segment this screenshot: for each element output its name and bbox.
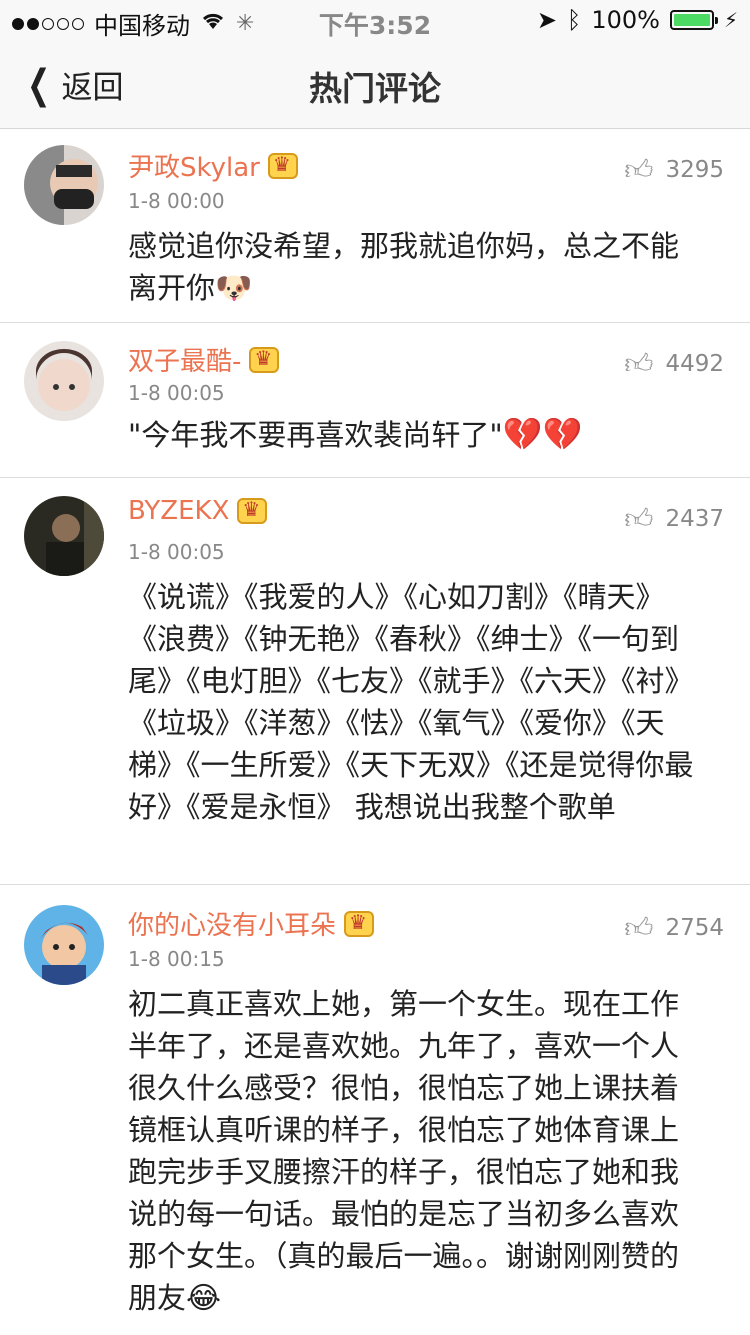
page-title: 热门评论 [309, 69, 441, 108]
comment-list: 尹政Skylar 👍︎ 3295 1-8 00:00 感觉追你没希望，那我就追你… [0, 129, 750, 1335]
like-count: 4492 [665, 351, 724, 377]
comment-item: 你的心没有小耳朵 👍︎ 2754 1-8 00:15 初二真正喜欢上她，第一个女… [0, 885, 750, 1335]
comment-text: 《说谎》《我爱的人》《心如刀割》《晴天》《浪费》《钟无艳》《春秋》《绅士》《一句… [128, 576, 704, 828]
battery-icon [669, 10, 718, 30]
location-arrow-icon: ➤ [536, 6, 557, 34]
like-button[interactable]: 👍︎ 3295 [624, 153, 724, 187]
comment-text: 感觉追你没希望，那我就追你妈，总之不能离开你🐶 [128, 225, 704, 310]
vip-crown-icon [344, 910, 375, 937]
vip-crown-icon [267, 152, 298, 179]
like-button[interactable]: 👍︎ 2754 [624, 911, 724, 945]
like-button[interactable]: 👍︎ 4492 [624, 347, 724, 381]
username-link[interactable]: 你的心没有小耳朵 [128, 905, 375, 942]
thumbs-up-icon: 👍︎ [624, 347, 654, 380]
username-link[interactable]: 尹政Skylar [128, 147, 298, 184]
thumbs-up-icon: 👍︎ [624, 153, 654, 186]
comment-body: 《说谎》《我爱的人》《心如刀割》《晴天》《浪费》《钟无艳》《春秋》《绅士》《一句… [128, 580, 694, 824]
bluetooth-icon: ᛒ [566, 6, 582, 34]
comment-item: BYZEKX 👍︎ 2437 1-8 00:05 《说谎》《我爱的人》《心如刀割… [0, 478, 750, 885]
comment-body: 初二真正喜欢上她，第一个女生。现在工作半年了，还是喜欢她。九年了，喜欢一个人很久… [128, 987, 680, 1315]
comment-item: 双子最酷- 👍︎ 4492 1-8 00:05 "今年我不要再喜欢裴尚轩了"💔💔 [0, 323, 750, 478]
navigation-bar: ❮ 返回 热门评论 [0, 40, 750, 129]
thumbs-up-icon: 👍︎ [624, 911, 654, 944]
comment-body: "今年我不要再喜欢裴尚轩了" [128, 418, 503, 452]
comment-body: 感觉追你没希望，那我就追你妈，总之不能离开你 [128, 229, 680, 305]
like-count: 2437 [665, 506, 724, 532]
username: 双子最酷- [128, 347, 242, 377]
username-link[interactable]: 双子最酷- [128, 341, 280, 378]
username: 尹政Skylar [128, 153, 260, 183]
comment-text: "今年我不要再喜欢裴尚轩了"💔💔 [128, 413, 704, 456]
avatar[interactable] [24, 496, 104, 576]
charging-bolt-icon: ⚡ [723, 8, 738, 32]
laughing-emoji-icon: 😂 [186, 1281, 222, 1316]
comment-time: 1-8 00:05 [128, 381, 225, 405]
avatar[interactable] [24, 341, 104, 421]
comment-time: 1-8 00:00 [128, 189, 225, 213]
like-count: 2754 [665, 915, 724, 941]
status-bar: 中国移动 ✳ 下午3:52 ➤ ᛒ 100% ⚡ [0, 0, 750, 40]
vip-crown-icon [237, 497, 268, 524]
avatar[interactable] [24, 905, 104, 985]
avatar[interactable] [24, 145, 104, 225]
username-link[interactable]: BYZEKX [128, 496, 268, 526]
battery-percent: 100% [591, 6, 660, 34]
comment-item: 尹政Skylar 👍︎ 3295 1-8 00:00 感觉追你没希望，那我就追你… [0, 129, 750, 323]
vip-crown-icon [249, 346, 280, 373]
username: 你的心没有小耳朵 [128, 911, 337, 941]
comment-text: 初二真正喜欢上她，第一个女生。现在工作半年了，还是喜欢她。九年了，喜欢一个人很久… [128, 983, 704, 1320]
broken-heart-icon: 💔💔 [502, 415, 583, 453]
thumbs-up-icon: 👍︎ [624, 502, 654, 535]
doge-emoji-icon: 🐶 [215, 271, 253, 306]
comment-time: 1-8 00:15 [128, 947, 225, 971]
like-button[interactable]: 👍︎ 2437 [624, 502, 724, 536]
comment-time: 1-8 00:05 [128, 540, 225, 564]
like-count: 3295 [665, 157, 724, 183]
username: BYZEKX [128, 496, 230, 526]
